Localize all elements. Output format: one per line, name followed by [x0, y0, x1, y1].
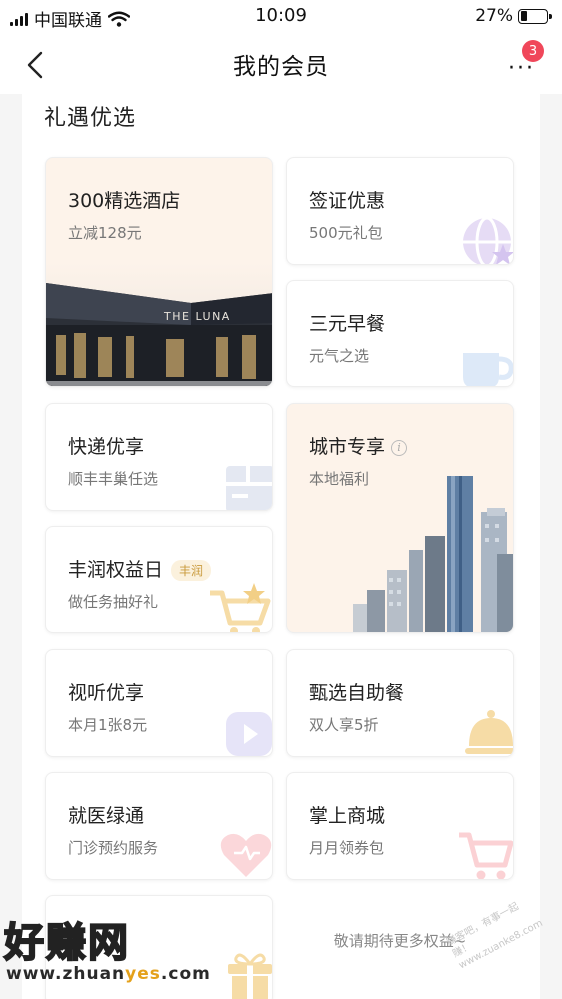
cup-icon	[463, 353, 513, 386]
card-mall[interactable]: 掌上商城 月月领券包	[286, 772, 514, 880]
card-title: 就医绿通	[68, 805, 145, 827]
ellipsis-icon: ···	[508, 56, 535, 81]
heart-icon	[220, 833, 272, 877]
card-title: 快递优享	[68, 436, 145, 458]
card-title: 丰润权益日 丰润	[68, 555, 212, 582]
skyline-image	[353, 476, 513, 632]
card-medical[interactable]: 就医绿通 门诊预约服务	[45, 772, 273, 880]
card-title: 甄选自助餐	[309, 682, 405, 704]
section-title: 礼遇优选	[44, 106, 137, 131]
card-subtitle: 顺丰丰巢任选	[68, 470, 159, 488]
cart-icon	[459, 832, 513, 879]
card-title: 视听优享	[68, 682, 145, 704]
back-button[interactable]	[18, 48, 52, 82]
battery-icon	[518, 8, 552, 24]
cloche-icon	[465, 710, 513, 754]
cart-star-icon	[210, 583, 271, 632]
play-icon	[226, 712, 272, 756]
card-gift[interactable]	[45, 895, 273, 999]
card-title: 掌上商城	[309, 805, 386, 827]
status-bar: 中国联通 10:09 27%	[0, 0, 562, 34]
card-subtitle: 双人享5折	[309, 716, 379, 734]
card-subtitle: 月月领券包	[309, 839, 385, 857]
card-hotel[interactable]: 300精选酒店 立减128元 THE LUNA	[45, 157, 273, 387]
card-rights-day[interactable]: 丰润权益日 丰润 做任务抽好礼	[45, 526, 273, 633]
card-buffet[interactable]: 甄选自助餐 双人享5折	[286, 649, 514, 757]
page-title: 我的会员	[233, 54, 329, 80]
card-subtitle: 立减128元	[68, 224, 142, 242]
card-subtitle: 500元礼包	[309, 224, 383, 242]
nav-bar: 我的会员 ··· 3	[0, 34, 562, 94]
card-title: 三元早餐	[309, 313, 386, 335]
card-visa[interactable]: 签证优惠 500元礼包	[286, 157, 514, 265]
more-button[interactable]: ··· 3	[504, 40, 544, 82]
card-title-text: 城市专享	[309, 436, 386, 458]
hotel-sign: THE LUNA	[163, 310, 231, 323]
card-title-text: 丰润权益日	[68, 559, 164, 581]
card-title: 300精选酒店	[68, 190, 181, 212]
card-breakfast[interactable]: 三元早餐 元气之选	[286, 280, 514, 387]
card-title: 城市专享 i	[309, 432, 408, 459]
notification-badge: 3	[522, 40, 544, 62]
gift-icon	[228, 953, 272, 999]
card-av[interactable]: 视听优享 本月1张8元	[45, 649, 273, 757]
globe-icon	[463, 216, 513, 264]
card-subtitle: 元气之选	[309, 347, 370, 365]
card-subtitle: 本月1张8元	[68, 716, 148, 734]
status-right: 27%	[475, 6, 552, 26]
card-subtitle: 做任务抽好礼	[68, 593, 159, 611]
card-express[interactable]: 快递优享 顺丰丰巢任选	[45, 403, 273, 511]
card-title: 签证优惠	[309, 190, 386, 212]
parcel-icon	[226, 466, 272, 510]
chevron-left-icon	[27, 51, 43, 79]
card-subtitle: 门诊预约服务	[68, 839, 159, 857]
hotel-photo: THE LUNA	[46, 263, 272, 386]
tag-badge: 丰润	[171, 560, 212, 581]
more-benefits-note: 敬请期待更多权益~	[333, 932, 467, 950]
card-city[interactable]: 城市专享 i 本地福利	[286, 403, 514, 633]
info-icon[interactable]: i	[391, 439, 408, 456]
battery-percent: 27%	[475, 6, 513, 26]
